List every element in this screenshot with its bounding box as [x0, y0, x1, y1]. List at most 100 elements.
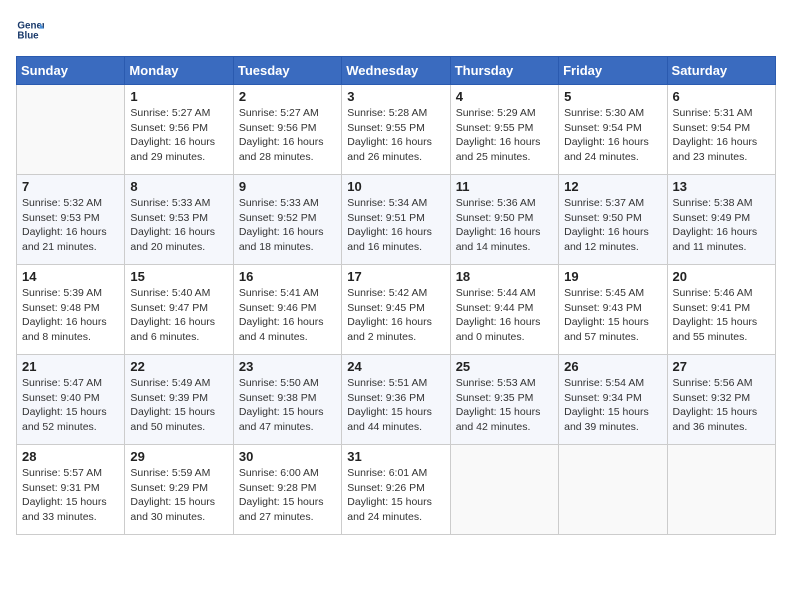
- calendar-week-row: 28 Sunrise: 5:57 AM Sunset: 9:31 PM Dayli…: [17, 445, 776, 535]
- day-number: 15: [130, 269, 227, 284]
- day-info: Sunrise: 5:56 AM Sunset: 9:32 PM Dayligh…: [673, 376, 770, 435]
- day-info: Sunrise: 5:51 AM Sunset: 9:36 PM Dayligh…: [347, 376, 444, 435]
- day-info: Sunrise: 5:40 AM Sunset: 9:47 PM Dayligh…: [130, 286, 227, 345]
- calendar-cell: [450, 445, 558, 535]
- day-number: 3: [347, 89, 444, 104]
- calendar-cell: 18 Sunrise: 5:44 AM Sunset: 9:44 PM Dayli…: [450, 265, 558, 355]
- calendar-cell: 26 Sunrise: 5:54 AM Sunset: 9:34 PM Dayli…: [559, 355, 667, 445]
- day-number: 12: [564, 179, 661, 194]
- calendar-cell: 28 Sunrise: 5:57 AM Sunset: 9:31 PM Dayli…: [17, 445, 125, 535]
- day-number: 24: [347, 359, 444, 374]
- day-number: 5: [564, 89, 661, 104]
- day-info: Sunrise: 5:44 AM Sunset: 9:44 PM Dayligh…: [456, 286, 553, 345]
- calendar-table: SundayMondayTuesdayWednesdayThursdayFrid…: [16, 56, 776, 535]
- day-number: 29: [130, 449, 227, 464]
- calendar-cell: 7 Sunrise: 5:32 AM Sunset: 9:53 PM Daylig…: [17, 175, 125, 265]
- day-number: 16: [239, 269, 336, 284]
- day-number: 11: [456, 179, 553, 194]
- day-info: Sunrise: 5:30 AM Sunset: 9:54 PM Dayligh…: [564, 106, 661, 165]
- day-info: Sunrise: 5:59 AM Sunset: 9:29 PM Dayligh…: [130, 466, 227, 525]
- day-info: Sunrise: 6:01 AM Sunset: 9:26 PM Dayligh…: [347, 466, 444, 525]
- calendar-cell: 21 Sunrise: 5:47 AM Sunset: 9:40 PM Dayli…: [17, 355, 125, 445]
- calendar-cell: [667, 445, 775, 535]
- calendar-cell: 11 Sunrise: 5:36 AM Sunset: 9:50 PM Dayli…: [450, 175, 558, 265]
- calendar-week-row: 7 Sunrise: 5:32 AM Sunset: 9:53 PM Daylig…: [17, 175, 776, 265]
- day-number: 6: [673, 89, 770, 104]
- col-header-sunday: Sunday: [17, 57, 125, 85]
- svg-text:Blue: Blue: [17, 30, 39, 41]
- day-info: Sunrise: 5:33 AM Sunset: 9:53 PM Dayligh…: [130, 196, 227, 255]
- calendar-cell: 17 Sunrise: 5:42 AM Sunset: 9:45 PM Dayli…: [342, 265, 450, 355]
- day-info: Sunrise: 5:57 AM Sunset: 9:31 PM Dayligh…: [22, 466, 119, 525]
- col-header-tuesday: Tuesday: [233, 57, 341, 85]
- day-info: Sunrise: 5:28 AM Sunset: 9:55 PM Dayligh…: [347, 106, 444, 165]
- calendar-cell: 30Sunrise: 6:00 AM Sunset: 9:28 PM Dayli…: [233, 445, 341, 535]
- day-number: 9: [239, 179, 336, 194]
- calendar-cell: 27 Sunrise: 5:56 AM Sunset: 9:32 PM Dayli…: [667, 355, 775, 445]
- calendar-cell: [559, 445, 667, 535]
- calendar-week-row: 1Sunrise: 5:27 AM Sunset: 9:56 PM Daylig…: [17, 85, 776, 175]
- day-info: Sunrise: 5:54 AM Sunset: 9:34 PM Dayligh…: [564, 376, 661, 435]
- calendar-cell: 4Sunrise: 5:29 AM Sunset: 9:55 PM Daylig…: [450, 85, 558, 175]
- day-info: Sunrise: 5:27 AM Sunset: 9:56 PM Dayligh…: [239, 106, 336, 165]
- day-info: Sunrise: 5:41 AM Sunset: 9:46 PM Dayligh…: [239, 286, 336, 345]
- day-info: Sunrise: 5:46 AM Sunset: 9:41 PM Dayligh…: [673, 286, 770, 345]
- day-info: Sunrise: 5:34 AM Sunset: 9:51 PM Dayligh…: [347, 196, 444, 255]
- day-info: Sunrise: 5:50 AM Sunset: 9:38 PM Dayligh…: [239, 376, 336, 435]
- day-number: 22: [130, 359, 227, 374]
- day-info: Sunrise: 5:38 AM Sunset: 9:49 PM Dayligh…: [673, 196, 770, 255]
- day-number: 14: [22, 269, 119, 284]
- day-number: 8: [130, 179, 227, 194]
- day-info: Sunrise: 5:32 AM Sunset: 9:53 PM Dayligh…: [22, 196, 119, 255]
- calendar-cell: 3 Sunrise: 5:28 AM Sunset: 9:55 PM Daylig…: [342, 85, 450, 175]
- logo-icon: General Blue: [16, 16, 44, 44]
- day-info: Sunrise: 5:47 AM Sunset: 9:40 PM Dayligh…: [22, 376, 119, 435]
- col-header-monday: Monday: [125, 57, 233, 85]
- day-number: 18: [456, 269, 553, 284]
- calendar-cell: 22Sunrise: 5:49 AM Sunset: 9:39 PM Dayli…: [125, 355, 233, 445]
- day-number: 7: [22, 179, 119, 194]
- calendar-cell: 12 Sunrise: 5:37 AM Sunset: 9:50 PM Dayli…: [559, 175, 667, 265]
- day-number: 19: [564, 269, 661, 284]
- calendar-cell: 6 Sunrise: 5:31 AM Sunset: 9:54 PM Daylig…: [667, 85, 775, 175]
- day-info: Sunrise: 5:33 AM Sunset: 9:52 PM Dayligh…: [239, 196, 336, 255]
- col-header-friday: Friday: [559, 57, 667, 85]
- day-number: 28: [22, 449, 119, 464]
- calendar-cell: 8 Sunrise: 5:33 AM Sunset: 9:53 PM Daylig…: [125, 175, 233, 265]
- day-number: 30: [239, 449, 336, 464]
- calendar-cell: 2 Sunrise: 5:27 AM Sunset: 9:56 PM Daylig…: [233, 85, 341, 175]
- page-header: General Blue: [16, 16, 776, 44]
- calendar-cell: 13 Sunrise: 5:38 AM Sunset: 9:49 PM Dayli…: [667, 175, 775, 265]
- day-number: 10: [347, 179, 444, 194]
- calendar-cell: 29 Sunrise: 5:59 AM Sunset: 9:29 PM Dayli…: [125, 445, 233, 535]
- day-number: 21: [22, 359, 119, 374]
- day-number: 20: [673, 269, 770, 284]
- day-number: 4: [456, 89, 553, 104]
- calendar-cell: 19 Sunrise: 5:45 AM Sunset: 9:43 PM Dayli…: [559, 265, 667, 355]
- calendar-cell: 15 Sunrise: 5:40 AM Sunset: 9:47 PM Dayli…: [125, 265, 233, 355]
- day-info: Sunrise: 5:31 AM Sunset: 9:54 PM Dayligh…: [673, 106, 770, 165]
- day-info: Sunrise: 5:37 AM Sunset: 9:50 PM Dayligh…: [564, 196, 661, 255]
- col-header-wednesday: Wednesday: [342, 57, 450, 85]
- day-number: 17: [347, 269, 444, 284]
- calendar-cell: 5 Sunrise: 5:30 AM Sunset: 9:54 PM Daylig…: [559, 85, 667, 175]
- calendar-cell: [17, 85, 125, 175]
- calendar-cell: 14 Sunrise: 5:39 AM Sunset: 9:48 PM Dayli…: [17, 265, 125, 355]
- calendar-header-row: SundayMondayTuesdayWednesdayThursdayFrid…: [17, 57, 776, 85]
- day-info: Sunrise: 5:45 AM Sunset: 9:43 PM Dayligh…: [564, 286, 661, 345]
- calendar-cell: 20 Sunrise: 5:46 AM Sunset: 9:41 PM Dayli…: [667, 265, 775, 355]
- calendar-cell: 9 Sunrise: 5:33 AM Sunset: 9:52 PM Daylig…: [233, 175, 341, 265]
- day-number: 2: [239, 89, 336, 104]
- calendar-week-row: 21 Sunrise: 5:47 AM Sunset: 9:40 PM Dayli…: [17, 355, 776, 445]
- day-info: Sunrise: 5:42 AM Sunset: 9:45 PM Dayligh…: [347, 286, 444, 345]
- day-info: Sunrise: 5:39 AM Sunset: 9:48 PM Dayligh…: [22, 286, 119, 345]
- day-info: Sunrise: 5:36 AM Sunset: 9:50 PM Dayligh…: [456, 196, 553, 255]
- day-number: 13: [673, 179, 770, 194]
- day-number: 26: [564, 359, 661, 374]
- day-info: Sunrise: 5:27 AM Sunset: 9:56 PM Dayligh…: [130, 106, 227, 165]
- col-header-thursday: Thursday: [450, 57, 558, 85]
- day-number: 31: [347, 449, 444, 464]
- day-number: 27: [673, 359, 770, 374]
- calendar-week-row: 14 Sunrise: 5:39 AM Sunset: 9:48 PM Dayli…: [17, 265, 776, 355]
- calendar-cell: 16 Sunrise: 5:41 AM Sunset: 9:46 PM Dayli…: [233, 265, 341, 355]
